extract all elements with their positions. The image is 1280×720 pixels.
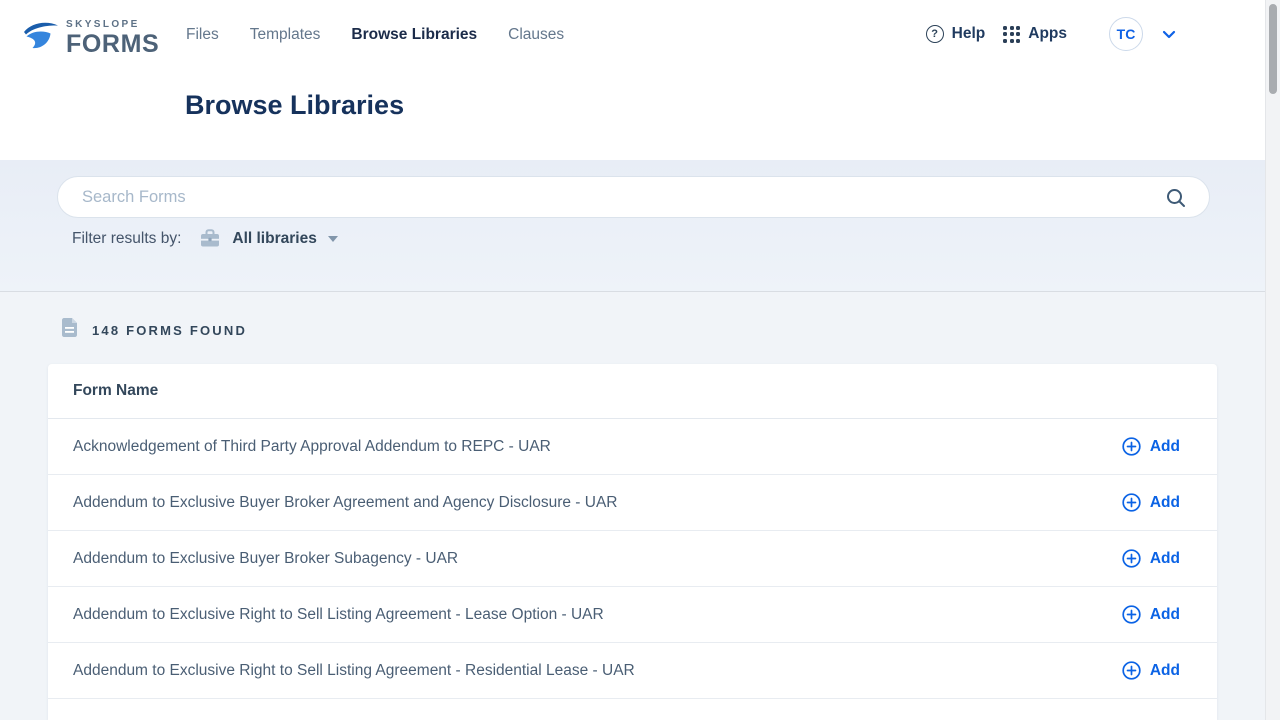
form-name: Addendum to Exclusive Buyer Broker Subag… <box>73 550 458 568</box>
nav-item-clauses[interactable]: Clauses <box>508 26 564 44</box>
plus-circle-icon <box>1122 549 1141 568</box>
filter-label: Filter results by: <box>72 230 181 248</box>
form-name: Addendum to Exclusive Right to Sell List… <box>73 606 604 624</box>
search-section: Filter results by: All libraries <box>0 160 1280 292</box>
brand-name-bottom: FORMS <box>66 32 159 57</box>
add-form-button[interactable]: Add <box>1122 605 1180 624</box>
plus-circle-icon <box>1122 493 1141 512</box>
briefcase-icon <box>200 229 220 248</box>
table-row: Addendum to Exclusive Right to Sell List… <box>48 643 1217 699</box>
plus-circle-icon <box>1122 437 1141 456</box>
skyslope-forms-app: SKYSLOPE FORMS Files Templates Browse Li… <box>0 0 1280 720</box>
library-filter-dropdown[interactable]: All libraries <box>232 230 337 248</box>
form-name-column-header: Form Name <box>73 382 158 400</box>
library-filter-value: All libraries <box>232 230 316 248</box>
add-form-button[interactable]: Add <box>1122 549 1180 568</box>
table-row: Addendum to Exclusive Buyer Broker Agree… <box>48 475 1217 531</box>
form-name: Acknowledgement of Third Party Approval … <box>73 438 551 456</box>
plus-circle-icon <box>1122 605 1141 624</box>
forms-found-row: 148 FORMS FOUND <box>61 317 247 343</box>
add-form-button[interactable]: Add <box>1122 661 1180 680</box>
table-header-row: Form Name <box>48 364 1217 419</box>
skyslope-logo[interactable]: SKYSLOPE FORMS <box>22 19 159 58</box>
main-nav: Files Templates Browse Libraries Clauses <box>186 26 564 44</box>
help-label: Help <box>952 25 986 43</box>
caret-down-icon <box>328 236 338 242</box>
skyslope-swoosh-icon <box>22 19 60 58</box>
add-button-label: Add <box>1150 438 1180 456</box>
page-title: Browse Libraries <box>185 90 404 121</box>
add-form-button[interactable]: Add <box>1122 493 1180 512</box>
forms-found-count: 148 FORMS FOUND <box>92 323 247 338</box>
search-form-container <box>57 176 1210 218</box>
page-scrollbar[interactable] <box>1265 0 1280 720</box>
search-input[interactable] <box>58 177 1209 217</box>
apps-button[interactable]: Apps <box>985 25 1067 43</box>
help-icon: ? <box>926 25 944 43</box>
document-icon <box>61 317 78 343</box>
table-row: Addendum to Exclusive Right to Sell List… <box>48 587 1217 643</box>
nav-item-browse-libraries[interactable]: Browse Libraries <box>351 26 477 44</box>
help-button[interactable]: ? Help <box>926 25 986 43</box>
nav-item-templates[interactable]: Templates <box>250 26 321 44</box>
search-icon[interactable] <box>1165 187 1187 209</box>
top-header: SKYSLOPE FORMS Files Templates Browse Li… <box>0 0 1280 160</box>
add-button-label: Add <box>1150 550 1180 568</box>
results-section: 148 FORMS FOUND Form Name Acknowledgemen… <box>0 292 1280 720</box>
table-row: Addendum to Exclusive Buyer Broker Subag… <box>48 531 1217 587</box>
partial-next-row <box>48 699 1217 714</box>
add-form-button[interactable]: Add <box>1122 437 1180 456</box>
brand-name-top: SKYSLOPE <box>66 20 159 30</box>
header-actions: ? Help Apps TC <box>926 14 1176 54</box>
apps-grid-icon <box>1003 26 1020 43</box>
scrollbar-thumb[interactable] <box>1269 4 1277 94</box>
add-button-label: Add <box>1150 662 1180 680</box>
form-name: Addendum to Exclusive Buyer Broker Agree… <box>73 494 617 512</box>
apps-label: Apps <box>1028 25 1067 43</box>
account-menu-chevron-down-icon[interactable] <box>1162 30 1176 39</box>
nav-item-files[interactable]: Files <box>186 26 219 44</box>
add-button-label: Add <box>1150 494 1180 512</box>
user-avatar[interactable]: TC <box>1109 17 1143 51</box>
plus-circle-icon <box>1122 661 1141 680</box>
form-name: Addendum to Exclusive Right to Sell List… <box>73 662 635 680</box>
logo-text: SKYSLOPE FORMS <box>66 20 159 57</box>
table-row: Acknowledgement of Third Party Approval … <box>48 419 1217 475</box>
add-button-label: Add <box>1150 606 1180 624</box>
forms-table-card: Form Name Acknowledgement of Third Party… <box>48 364 1217 720</box>
filter-row: Filter results by: All libraries <box>72 229 338 248</box>
